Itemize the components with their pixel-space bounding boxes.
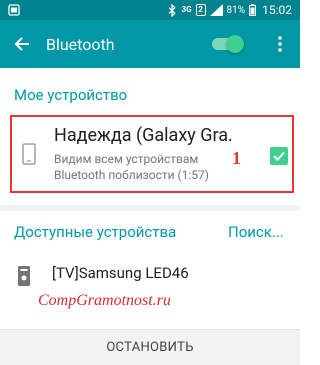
bluetooth-toggle[interactable] [210, 35, 244, 53]
phone-icon [22, 143, 36, 169]
visibility-checkbox[interactable] [270, 147, 288, 165]
bluetooth-settings-screen: 3G 2 81% 15:02 Bluetooth Мое устройство … [0, 0, 300, 365]
network-label: 3G [181, 5, 192, 14]
visibility-status: Видим всем устройствам [54, 152, 199, 166]
check-icon [273, 151, 285, 161]
my-device-name: Надежда (Galaxy Gra. [54, 125, 233, 146]
available-devices-header: Доступные устройства [14, 223, 177, 241]
my-device-header: Мое устройство [14, 86, 128, 104]
bluetooth-icon [167, 3, 177, 17]
network-3g-icon: 3G [181, 6, 191, 14]
more-vert-icon [278, 36, 282, 52]
back-arrow-icon [14, 37, 29, 51]
app-bar: Bluetooth [0, 20, 300, 68]
visibility-timer: Bluetooth поблизости (1:57) [54, 168, 209, 182]
sim-label: 2 [198, 5, 203, 14]
watermark: CompGramotnost.ru [38, 292, 171, 309]
battery-percent: 81% [226, 4, 246, 16]
my-device-row[interactable]: Надежда (Galaxy Gra. Видим всем устройст… [10, 115, 294, 193]
page-title: Bluetooth [46, 34, 115, 54]
stop-scan-button[interactable]: ОСТАНОВИТЬ [106, 340, 193, 355]
search-button[interactable]: Поиск... [228, 223, 284, 241]
battery-icon [249, 4, 257, 16]
notification-icon [8, 4, 20, 16]
available-device-name: [TV]Samsung LED46 [52, 264, 189, 282]
sim-2-icon: 2 [195, 4, 206, 16]
stop-bar: ОСТАНОВИТЬ [0, 329, 300, 365]
my-device-status: Видим всем устройствам Bluetooth поблизо… [54, 151, 209, 183]
back-button[interactable] [0, 20, 44, 68]
tv-icon [18, 266, 30, 290]
available-device-row[interactable]: [TV]Samsung LED46 [0, 254, 300, 296]
overflow-menu-button[interactable] [266, 20, 294, 68]
section-divider [0, 205, 300, 211]
status-bar: 3G 2 81% 15:02 [0, 0, 300, 20]
signal-icon [209, 4, 223, 16]
annotation-marker: 1 [232, 148, 241, 168]
toggle-thumb [226, 35, 244, 53]
clock: 15:02 [262, 3, 292, 17]
